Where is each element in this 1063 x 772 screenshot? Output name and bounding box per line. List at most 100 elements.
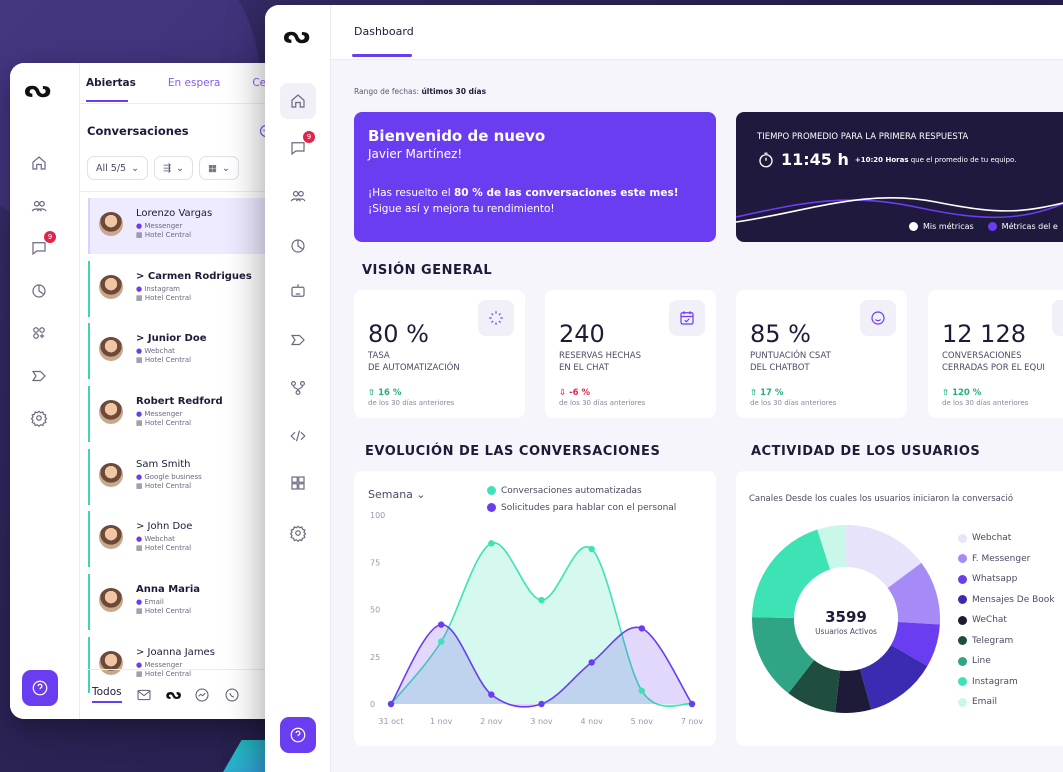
data-point[interactable] [638,625,646,632]
flows-icon[interactable] [285,375,311,401]
data-point[interactable] [538,700,545,708]
donut-slice[interactable] [752,529,831,618]
activity-subtitle: Canales Desde los cuales los usuarios in… [749,494,1014,504]
conversation-item[interactable]: Robert Redford ● Messenger ▦ Hotel Central [88,386,280,442]
analytics-icon[interactable] [26,278,52,304]
welcome-card: Bienvenido de nuevo Javier Martínez! ¡Ha… [354,112,716,242]
data-point[interactable] [588,545,595,553]
email-icon[interactable] [136,687,152,703]
contact-name: > Carmen Rodrigues [136,271,252,282]
conversations-title: Conversaciones [87,124,189,138]
help-button[interactable] [280,717,316,753]
contacts-icon[interactable] [26,193,52,219]
tab-dashboard[interactable]: Dashboard [354,25,414,38]
legend-item: Email [958,692,1055,713]
kpi-value: 240 [559,320,605,348]
data-point[interactable] [538,596,545,604]
campaigns-icon[interactable] [285,327,311,353]
building-icon: ▦ [136,544,145,552]
conversation-item[interactable]: > John Doe ● Webchat ▦ Hotel Central [88,511,280,567]
settings-icon[interactable] [26,405,52,431]
status-filter[interactable]: All 5/5 ⌄ [87,156,149,180]
evolution-title: EVOLUCIÓN DE LAS CONVERSACIONES [365,444,661,459]
data-point[interactable] [437,638,445,645]
kpi-change-caption: de los 30 días anteriores [368,399,455,407]
settings-icon[interactable] [285,520,311,546]
filter-all[interactable]: Todos [92,686,122,703]
home-icon[interactable] [26,150,52,176]
data-point[interactable] [588,659,595,666]
data-point[interactable] [638,687,646,694]
campaigns-icon[interactable] [26,363,52,389]
x-tick-label: 2 nov [480,717,503,726]
avatar [99,525,123,549]
x-tick-label: 3 nov [530,717,553,726]
overview-title: VISIÓN GENERAL [362,263,493,278]
donut-legend: Webchat F. Messenger Whatsapp Mensajes De B… [958,528,1055,713]
y-tick-label: 75 [370,558,380,567]
y-tick-label: 0 [370,700,375,709]
x-tick-label: 7 nov [681,717,704,726]
conversation-item[interactable]: > Carmen Rodrigues ● Instagram ▦ Hotel Cen… [88,261,280,317]
conversation-item[interactable]: > Junior Doe ● Webchat ▦ Hotel Central [88,323,280,379]
channel-label: ● Messenger [136,222,183,230]
hotel-label: ▦ Hotel Central [136,482,192,490]
tab-abiertas[interactable]: Abiertas [86,77,136,89]
tab-en-espera[interactable]: En espera [168,77,220,89]
x-tick-label: 5 nov [631,717,654,726]
kpi-card: 12 128 CONVERSACIONES CERRADAS POR EL EQUI… [928,290,1063,418]
kpi-label: PUNTUACIÓN CSAT DEL CHATBOT [750,351,831,373]
building-icon: ▦ [136,231,145,239]
kpi-change: ⇩ -6 % [559,388,591,398]
sort-icon: ⇶ [163,162,172,174]
conversations-window: ᔓ 9 Abiertas En espera Cerra Conversacio… [10,63,286,719]
building-icon: ▦ [136,356,145,364]
contact-name: > Joanna James [136,647,215,658]
calendar-icon [669,300,705,336]
data-point[interactable] [437,621,445,628]
data-point[interactable] [387,700,395,708]
conversation-item[interactable]: Lorenzo Vargas ● Messenger ▦ Hotel Central [88,198,280,254]
contacts-icon[interactable] [285,183,311,209]
help-button[interactable] [22,670,58,706]
avatar [99,588,123,612]
contact-name: Sam Smith [136,459,191,470]
messenger-icon[interactable] [194,687,210,703]
apps-grid-icon[interactable] [285,470,311,496]
hotel-label: ▦ Hotel Central [136,419,192,427]
integrations-icon[interactable] [26,320,52,346]
welcome-message: ¡Has resuelto el 80 % de las conversacio… [368,187,679,215]
data-point[interactable] [488,691,495,698]
legend-item: WeChat [958,610,1055,631]
donut-label: Usuarios Activos [815,627,877,636]
date-range[interactable]: Rango de fechas: últimos 30 días [354,87,486,96]
channel-label: ● Webchat [136,347,175,355]
kpi-change: ⇧ 17 % [750,388,784,398]
data-point[interactable] [488,540,495,547]
app-logo: ᔓ [24,75,51,103]
app-channel-icon[interactable]: ᔓ [166,687,182,703]
users-icon [1052,300,1063,336]
chat-icon[interactable]: 9 [285,131,315,161]
kpi-label: TASA DE AUTOMATIZACIÓN [368,351,460,373]
data-point[interactable] [688,700,696,708]
bot-icon[interactable] [285,278,311,304]
y-tick-label: 50 [370,606,380,615]
legend-item: Webchat [958,528,1055,549]
chat-icon[interactable]: 9 [26,231,56,261]
avatar [99,463,123,487]
avatar [99,275,123,299]
sort-filter[interactable]: ⇶ ⌄ [154,156,193,180]
hotel-filter[interactable]: ▦ ⌄ [199,156,239,180]
chat-badge: 9 [44,231,56,243]
avatar [99,337,123,361]
conversation-item[interactable]: Sam Smith ● Google business ▦ Hotel Centra… [88,449,280,505]
whatsapp-icon[interactable] [224,687,240,703]
conversation-item[interactable]: Anna Maria ● Email ▦ Hotel Central [88,574,280,630]
legend-mine: Mis métricas [909,222,974,231]
contact-name: > John Doe [136,521,193,532]
home-icon[interactable] [280,83,316,119]
analytics-icon[interactable] [285,233,311,259]
legend-item: Mensajes De Book [958,590,1055,611]
code-icon[interactable] [285,423,311,449]
